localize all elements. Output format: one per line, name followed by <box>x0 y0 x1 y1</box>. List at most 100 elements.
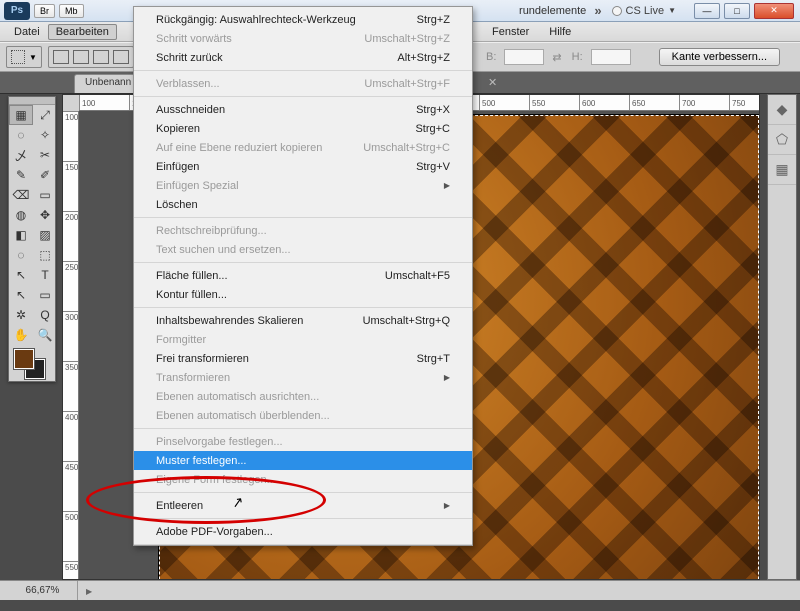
tool-15[interactable]: ⬚ <box>33 245 57 265</box>
menu-file[interactable]: Datei <box>6 24 48 40</box>
tool-20[interactable]: ✲ <box>9 305 33 325</box>
tool-23[interactable]: 🔍 <box>33 325 57 345</box>
menu-item-findtext: Text suchen und ersetzen... <box>134 240 472 259</box>
panel-icon-2[interactable]: ▦ <box>768 155 796 185</box>
menu-item-label: Kontur füllen... <box>156 289 450 301</box>
tool-3[interactable]: ✧ <box>33 125 57 145</box>
status-flyout-icon[interactable] <box>86 585 800 597</box>
menu-item-accel: Umschalt+Strg+C <box>363 142 450 154</box>
menu-window[interactable]: Fenster <box>482 24 539 40</box>
tool-5[interactable]: ✂ <box>33 145 57 165</box>
document-tab-active[interactable]: Unbenann <box>74 74 142 93</box>
menu-item-contentaware[interactable]: Inhaltsbewahrendes SkalierenUmschalt+Str… <box>134 311 472 330</box>
zoom-readout[interactable]: 66,67% <box>8 581 78 600</box>
menu-item-label: Rechtschreibprüfung... <box>156 225 450 237</box>
tool-19[interactable]: ▭ <box>33 285 57 305</box>
menu-item-freetransform[interactable]: Frei transformierenStrg+T <box>134 349 472 368</box>
menu-item-label: Einfügen Spezial <box>156 180 444 192</box>
ruler-tick: 450 <box>63 461 78 511</box>
window-minimize-button[interactable]: — <box>694 3 720 19</box>
tool-18[interactable]: ↖ <box>9 285 33 305</box>
window-close-button[interactable]: ✕ <box>754 3 794 19</box>
tool-11[interactable]: ✥ <box>33 205 57 225</box>
tool-6[interactable]: ✎ <box>9 165 33 185</box>
menu-item-label: Ebenen automatisch überblenden... <box>156 410 450 422</box>
menu-item-accel: Strg+T <box>417 353 450 365</box>
menu-item-label: Kopieren <box>156 123 415 135</box>
menu-item-accel: Strg+X <box>416 104 450 116</box>
tool-22[interactable]: ✋ <box>9 325 33 345</box>
tool-9[interactable]: ▭ <box>33 185 57 205</box>
ruler-tick: 650 <box>629 95 679 111</box>
menu-item-label: Muster festlegen... <box>156 455 450 467</box>
tool-12[interactable]: ◧ <box>9 225 33 245</box>
tool-7[interactable]: ✐ <box>33 165 57 185</box>
tool-8[interactable]: ⌫ <box>9 185 33 205</box>
tool-13[interactable]: ▨ <box>33 225 57 245</box>
menu-edit[interactable]: Bearbeiten <box>48 24 117 40</box>
menu-item-label: Adobe PDF-Vorgaben... <box>156 526 450 538</box>
menu-item-fill[interactable]: Fläche füllen...Umschalt+F5 <box>134 266 472 285</box>
swap-icon[interactable]: ⇄ <box>552 51 561 64</box>
color-swatches[interactable] <box>9 345 55 381</box>
menu-item-clear[interactable]: Löschen <box>134 195 472 214</box>
menu-item-pastespecial: Einfügen Spezial▶ <box>134 176 472 195</box>
menu-item-label: Frei transformieren <box>156 353 417 365</box>
submenu-arrow-icon: ▶ <box>444 501 450 510</box>
ps-logo: Ps <box>4 2 30 20</box>
panel-icon-0[interactable]: ◆ <box>768 95 796 125</box>
tab-close-icon[interactable]: ✕ <box>484 72 501 93</box>
workspace-name[interactable]: rundelemente <box>519 5 586 17</box>
ruler-tick: 100 <box>63 111 78 161</box>
tool-16[interactable]: ↖ <box>9 265 33 285</box>
ruler-tick: 500 <box>63 511 78 561</box>
cslive-button[interactable]: CS Live▼ <box>612 5 676 17</box>
foreground-color-swatch[interactable] <box>14 349 34 369</box>
panel-icon-1[interactable]: ⬠ <box>768 125 796 155</box>
menu-item-label: Auf eine Ebene reduziert kopieren <box>156 142 363 154</box>
window-maximize-button[interactable]: □ <box>724 3 750 19</box>
right-panel-strip: ◆⬠▦ <box>767 94 797 580</box>
menu-item-stepback[interactable]: Schritt zurückAlt+Strg+Z <box>134 48 472 67</box>
tool-14[interactable]: ◌ <box>9 245 33 265</box>
tool-1[interactable]: ⤢ <box>33 105 57 125</box>
menu-item-transform: Transformieren▶ <box>134 368 472 387</box>
ruler-tick: 200 <box>63 211 78 261</box>
tool-21[interactable]: Q <box>33 305 57 325</box>
bridge-button[interactable]: Br <box>34 4 55 18</box>
menu-item-autoalign: Ebenen automatisch ausrichten... <box>134 387 472 406</box>
tool-17[interactable]: T <box>33 265 57 285</box>
menu-item-pdfpresets[interactable]: Adobe PDF-Vorgaben... <box>134 522 472 541</box>
submenu-arrow-icon: ▶ <box>444 181 450 190</box>
tool-4[interactable]: 乄 <box>9 145 33 165</box>
menu-item-accel: Umschalt+Strg+Q <box>363 315 450 327</box>
menu-item-accel: Umschalt+Strg+Z <box>364 33 450 45</box>
menu-item-label: Löschen <box>156 199 450 211</box>
minibridge-button[interactable]: Mb <box>59 4 84 18</box>
menu-help[interactable]: Hilfe <box>539 24 581 40</box>
ruler-tick: 700 <box>679 95 729 111</box>
width-input[interactable] <box>504 49 544 65</box>
menu-item-stroke[interactable]: Kontur füllen... <box>134 285 472 304</box>
menu-item-label: Schritt zurück <box>156 52 397 64</box>
menu-item-label: Formgitter <box>156 334 450 346</box>
menu-item-defpattern[interactable]: Muster festlegen... <box>134 451 472 470</box>
menu-item-undo[interactable]: Rückgängig: Auswahlrechteck-WerkzeugStrg… <box>134 10 472 29</box>
tool-0[interactable]: ▦ <box>9 105 33 125</box>
menu-item-copy[interactable]: KopierenStrg+C <box>134 119 472 138</box>
marquee-tool-preset[interactable]: ▼ <box>6 46 42 68</box>
refine-edge-button[interactable]: Kante verbessern... <box>659 48 780 66</box>
menu-item-cut[interactable]: AusschneidenStrg+X <box>134 100 472 119</box>
ruler-tick: 100 <box>79 95 129 111</box>
width-label: B: <box>486 51 496 63</box>
menu-item-purge[interactable]: Entleeren▶ <box>134 496 472 515</box>
height-input[interactable] <box>591 49 631 65</box>
menu-item-label: Verblassen... <box>156 78 364 90</box>
workspace-overflow-icon[interactable]: » <box>594 3 601 18</box>
submenu-arrow-icon: ▶ <box>444 373 450 382</box>
tool-10[interactable]: ◍ <box>9 205 33 225</box>
menu-item-puppet: Formgitter <box>134 330 472 349</box>
tool-2[interactable]: ◌ <box>9 125 33 145</box>
menu-item-paste[interactable]: EinfügenStrg+V <box>134 157 472 176</box>
selection-mode-group[interactable] <box>48 46 134 68</box>
